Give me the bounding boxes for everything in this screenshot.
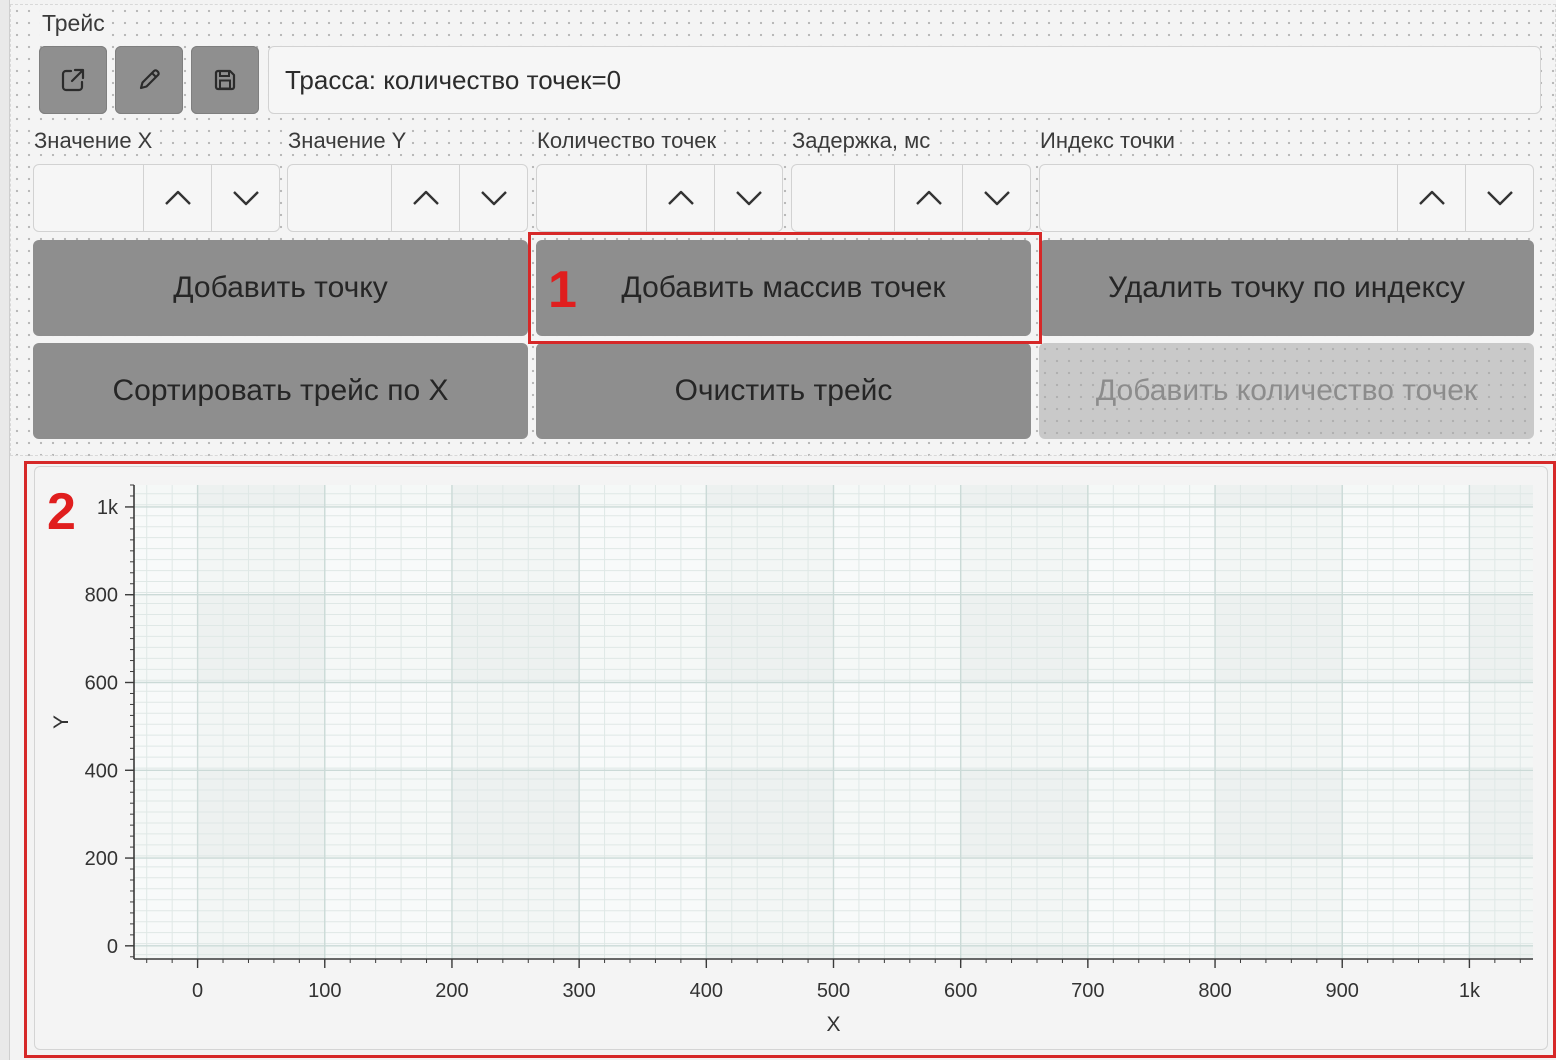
annotation-box-2 — [24, 461, 1556, 1058]
points-count-input[interactable] — [537, 165, 646, 231]
sort-trace-by-x-label: Сортировать трейс по X — [112, 374, 449, 407]
add-points-count-label: Добавить количество точек — [1095, 374, 1478, 407]
delay-decrement[interactable] — [962, 165, 1030, 231]
chevron-up-icon — [667, 190, 694, 205]
x-value-increment[interactable] — [143, 165, 211, 231]
chevron-up-icon — [164, 190, 191, 205]
x-value-decrement[interactable] — [211, 165, 279, 231]
delay-increment[interactable] — [894, 165, 962, 231]
chevron-up-icon — [412, 190, 439, 205]
x-value-label: Значение X — [32, 128, 155, 154]
chevron-down-icon — [1486, 191, 1513, 206]
clear-trace-button[interactable]: Очистить трейс — [536, 343, 1031, 439]
add-points-count-button: Добавить количество точек — [1039, 343, 1534, 439]
save-icon — [214, 69, 236, 91]
chevron-up-icon — [1418, 190, 1445, 205]
pencil-icon — [139, 69, 160, 90]
chevron-down-icon — [735, 191, 762, 206]
trace-status-text: Трасса: количество точек=0 — [285, 64, 622, 95]
clear-trace-label: Очистить трейс — [674, 374, 893, 407]
annotation-marker-2: 2 — [47, 483, 76, 541]
delete-point-by-index-label: Удалить точку по индексу — [1108, 271, 1465, 304]
y-value-increment[interactable] — [391, 165, 459, 231]
x-value-spinner[interactable] — [33, 164, 280, 232]
points-count-increment[interactable] — [646, 165, 714, 231]
add-point-label: Добавить точку — [173, 271, 388, 304]
save-button[interactable] — [191, 46, 259, 114]
delay-spinner[interactable] — [791, 164, 1031, 232]
x-value-input[interactable] — [34, 165, 143, 231]
point-index-label: Индекс точки — [1038, 128, 1177, 154]
trace-status-field: Трасса: количество точек=0 — [268, 46, 1541, 114]
chevron-down-icon — [983, 191, 1010, 206]
add-point-button[interactable]: Добавить точку — [33, 240, 528, 336]
points-count-decrement[interactable] — [714, 165, 782, 231]
points-count-spinner[interactable] — [536, 164, 783, 232]
delete-point-by-index-button[interactable]: Удалить точку по индексу — [1039, 240, 1534, 336]
point-index-decrement[interactable] — [1465, 165, 1533, 231]
delay-label: Задержка, мс — [790, 128, 933, 154]
annotation-marker-1: 1 — [548, 261, 577, 319]
chevron-down-icon — [232, 191, 259, 206]
point-index-input[interactable] — [1040, 165, 1397, 231]
annotation-box-1 — [528, 232, 1042, 344]
delay-input[interactable] — [792, 165, 894, 231]
trace-group-label: Трейс — [40, 10, 107, 37]
open-external-button[interactable] — [39, 46, 107, 114]
point-index-increment[interactable] — [1397, 165, 1465, 231]
points-count-label: Количество точек — [535, 128, 719, 154]
y-value-spinner[interactable] — [287, 164, 528, 232]
external-link-icon — [61, 68, 85, 92]
sort-trace-by-x-button[interactable]: Сортировать трейс по X — [33, 343, 528, 439]
chevron-down-icon — [480, 191, 507, 206]
y-value-label: Значение Y — [286, 128, 409, 154]
point-index-spinner[interactable] — [1039, 164, 1534, 232]
edit-button[interactable] — [115, 46, 183, 114]
y-value-decrement[interactable] — [459, 165, 527, 231]
chevron-up-icon — [915, 190, 942, 205]
y-value-input[interactable] — [288, 165, 391, 231]
window-left-edge — [0, 0, 10, 1060]
